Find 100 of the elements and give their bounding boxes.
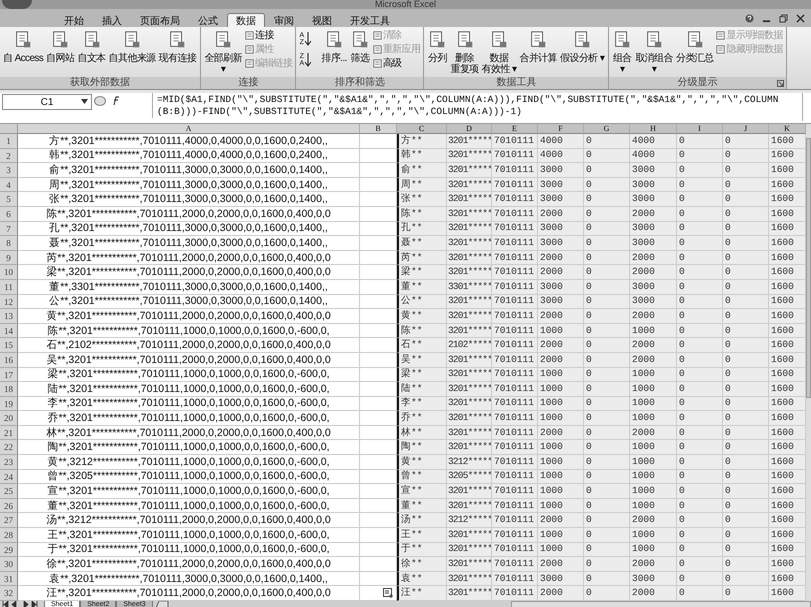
row-header[interactable]: 1 <box>0 134 18 149</box>
vertical-scrollbar[interactable] <box>806 124 811 601</box>
column-header[interactable]: B <box>360 124 397 134</box>
close-icon[interactable] <box>796 14 805 22</box>
column-header[interactable]: D <box>447 124 492 134</box>
ribbon-button[interactable]: 自其他来源 <box>108 29 158 64</box>
row-header[interactable]: 5 <box>0 192 18 207</box>
table-cell: 3201***** <box>447 206 492 222</box>
ribbon-tab[interactable]: 页面布局 <box>131 13 189 27</box>
ribbon-button[interactable]: 假设分析 ▾ <box>559 29 606 64</box>
formula-field[interactable]: =MID($A1,FIND("\",SUBSTITUTE(","&$A1&",",",","\",COLUMN(A:A))),FIND("\",SUBSTITUTE(","&$A1&",",",","\",COLUMN(B:B)))-FIND("\",SUBSTITUTE(","&$A1&",",",","\",COLUMN(A:A)))-1) <box>152 93 802 118</box>
ribbon-button[interactable]: 取消组合 ▾ <box>634 29 675 75</box>
column-header[interactable]: H <box>630 124 677 134</box>
row-header[interactable]: 17 <box>0 368 18 382</box>
ribbon-button[interactable]: 数据 有效性 ▾ <box>480 29 518 75</box>
ribbon-tab[interactable]: 视图 <box>303 13 341 27</box>
ribbon-tab[interactable]: 审阅 <box>265 13 303 27</box>
row-header[interactable]: 3 <box>0 163 18 178</box>
ribbon-tab[interactable]: 数据 <box>227 13 265 27</box>
table-cell: 2000 <box>630 206 677 222</box>
row-header[interactable]: 2 <box>0 148 18 164</box>
name-box[interactable]: C1 <box>2 94 92 110</box>
row-header[interactable]: 8 <box>0 236 18 251</box>
ribbon-button[interactable]: 合并计算 <box>518 29 560 64</box>
table-cell: 0 <box>723 134 769 149</box>
table-cell: 梁**,3201***********,7010111,2000,0,2000,0,0,1600,0,400,0,0 <box>18 265 360 280</box>
table-cell: 1600 <box>769 586 806 601</box>
ribbon-button[interactable]: 筛选 <box>348 29 372 64</box>
row-header[interactable]: 9 <box>0 250 18 266</box>
table-cell: 方** <box>397 134 447 149</box>
row-header[interactable]: 6 <box>0 206 18 222</box>
column-header[interactable]: K <box>769 124 806 134</box>
row-header[interactable]: 19 <box>0 396 18 412</box>
row-header[interactable]: 31 <box>0 572 18 586</box>
table-cell: 0 <box>677 163 723 178</box>
table-cell: 聂**,3201***********,7010111,3000,0,3000,0,0,1600,0,1400,, <box>18 236 360 251</box>
row-header[interactable]: 4 <box>0 178 18 192</box>
office-button[interactable] <box>2 0 32 9</box>
ribbon-button[interactable]: 组合 ▾ <box>611 29 634 75</box>
column-header[interactable]: G <box>584 124 630 134</box>
row-header[interactable]: 32 <box>0 586 18 601</box>
row-header[interactable]: 15 <box>0 338 18 353</box>
row-header[interactable]: 23 <box>0 455 18 470</box>
row-header[interactable]: 18 <box>0 382 18 397</box>
restore-icon[interactable] <box>779 14 788 22</box>
horizontal-scrollbar[interactable] <box>511 601 811 607</box>
row-header[interactable]: 22 <box>0 440 18 456</box>
help-icon[interactable] <box>745 14 754 22</box>
paste-options-icon[interactable] <box>383 588 394 598</box>
table-cell: 7010111 <box>492 411 538 426</box>
column-header[interactable]: I <box>677 124 723 134</box>
ribbon-button[interactable]: 自文本 <box>76 29 108 64</box>
row-header[interactable]: 13 <box>0 309 18 324</box>
row-header[interactable]: 14 <box>0 324 18 338</box>
ribbon-tab[interactable]: 开始 <box>55 13 93 27</box>
ribbon-tab[interactable]: 开发工具 <box>341 13 399 27</box>
row-header[interactable]: 30 <box>0 557 18 572</box>
table-cell: 7010111 <box>492 178 538 192</box>
table-cell: 0 <box>584 148 630 164</box>
table-cell: 2000 <box>538 513 584 528</box>
caret-icon[interactable] <box>81 99 88 104</box>
ribbon-tab[interactable]: 插入 <box>93 13 131 27</box>
row-header[interactable]: 27 <box>0 513 18 528</box>
ribbon-button[interactable]: 自网站 <box>45 29 76 64</box>
ribbon-tab[interactable]: 公式 <box>189 13 227 27</box>
row-header[interactable]: 12 <box>0 294 18 310</box>
table-cell: 0 <box>584 309 630 324</box>
table-cell: 0 <box>584 440 630 456</box>
row-header[interactable]: 29 <box>0 542 18 558</box>
ribbon-button[interactable]: 连接 <box>244 29 294 42</box>
ribbon-button[interactable]: 现有连接 <box>158 29 198 64</box>
table-cell: 1000 <box>538 411 584 426</box>
table-cell: 董**,3201***********,7010111,1000,0,1000,0,0,1600,0,-600,0, <box>18 498 360 514</box>
row-header[interactable]: 20 <box>0 411 18 426</box>
row-header[interactable]: 28 <box>0 528 18 543</box>
table-cell: 1600 <box>769 382 806 397</box>
row-header[interactable]: 7 <box>0 222 18 236</box>
column-header[interactable]: J <box>723 124 769 134</box>
row-header[interactable]: 26 <box>0 498 18 514</box>
row-header[interactable]: 25 <box>0 484 18 499</box>
column-header[interactable]: C <box>397 124 447 134</box>
ribbon-button[interactable]: 高级 <box>372 57 422 70</box>
ribbon-button[interactable]: 分列 <box>426 29 450 64</box>
row-header[interactable]: 16 <box>0 352 18 368</box>
row-header[interactable]: 21 <box>0 426 18 440</box>
ribbon-button[interactable]: 自 Access <box>2 29 46 64</box>
ribbon-button[interactable]: 分类汇总 <box>674 29 716 64</box>
column-header[interactable]: F <box>538 124 584 134</box>
row-header[interactable]: 11 <box>0 280 18 295</box>
ribbon-button[interactable]: 排序... <box>320 29 349 64</box>
dialog-launcher-icon[interactable] <box>776 80 784 87</box>
table-cell: 2000 <box>630 557 677 572</box>
column-header[interactable]: E <box>492 124 538 134</box>
table-cell: 7010111 <box>492 265 538 280</box>
table-cell: 0 <box>723 368 769 382</box>
row-header[interactable]: 24 <box>0 470 18 484</box>
column-header[interactable]: A <box>18 124 360 134</box>
ribbon-button[interactable]: 删除 重复项 <box>449 29 481 75</box>
row-header[interactable]: 10 <box>0 265 18 280</box>
ribbon-button[interactable]: 全部刷新 ▾ <box>203 29 244 75</box>
